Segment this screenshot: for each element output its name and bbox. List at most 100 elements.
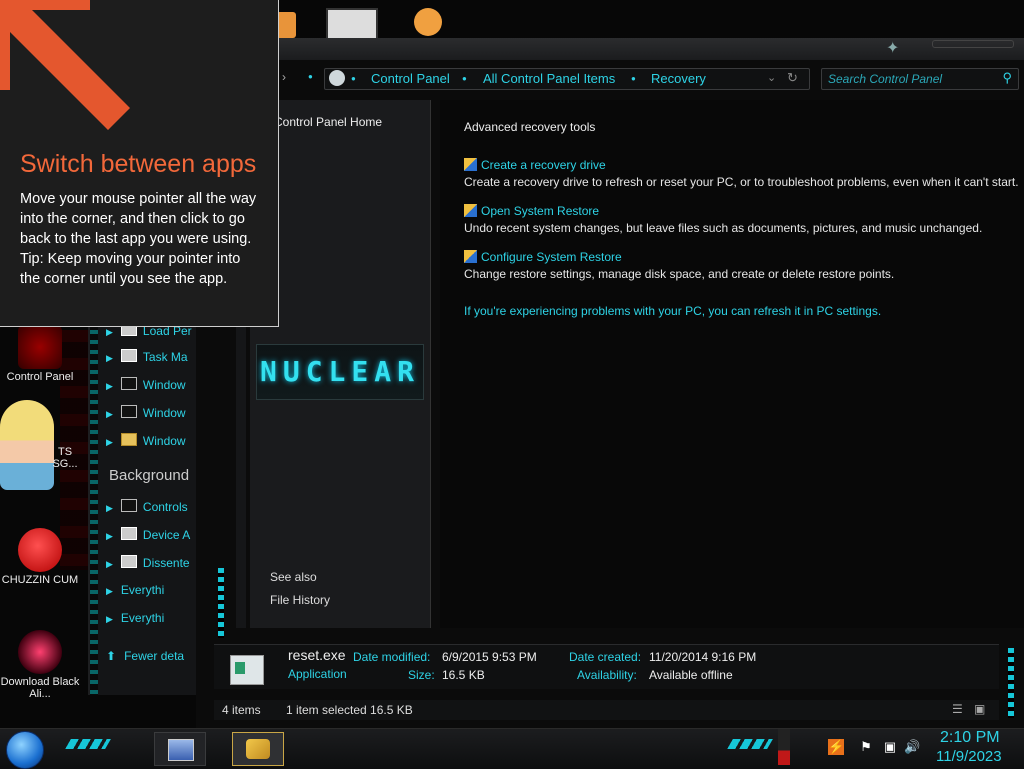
tree-item-label: Window [142, 434, 186, 448]
tree-item[interactable]: ▶ Window [106, 377, 196, 392]
create-recovery-drive-link[interactable]: Create a recovery drive [481, 158, 606, 172]
tree-item[interactable]: ▶ Task Ma [106, 349, 196, 364]
tree-item-label: Window [142, 378, 186, 392]
cyan-edge-decoration [90, 300, 98, 695]
user-icon[interactable] [414, 8, 442, 36]
chevron-down-icon[interactable]: ⌄ [767, 71, 776, 84]
nuclear-theme-logo: NUCLEAR [256, 344, 424, 400]
breadcrumb-separator-icon: ● [631, 74, 636, 83]
address-bar[interactable]: ● Control Panel ● All Control Panel Item… [324, 68, 810, 90]
search-input[interactable] [822, 69, 990, 89]
task-description: Undo recent system changes, but leave fi… [464, 221, 983, 235]
desktop-icon-ts[interactable]: TS SG... [0, 400, 80, 510]
search-icon[interactable]: ⚲ [1002, 70, 1012, 86]
alien-icon [18, 630, 62, 674]
tree-item[interactable]: ▶ Window [106, 433, 196, 448]
shield-icon [464, 158, 477, 171]
flag-icon[interactable]: ⚑ [858, 739, 874, 755]
desktop-icon-label: TS SG... [52, 446, 78, 470]
tree-item[interactable]: ▶ Dissente [106, 555, 196, 570]
availability-value: Available offline [649, 668, 733, 682]
details-view-icon[interactable]: ☰ [952, 702, 963, 716]
title-bar[interactable]: ✦ [196, 38, 1024, 60]
status-bar: 4 items 1 item selected 16.5 KB ☰ ▣ [214, 700, 999, 720]
breadcrumb-recovery[interactable]: Recovery [651, 71, 706, 86]
chuzzle-icon [18, 528, 62, 572]
desktop-icon-download[interactable]: Download Black Ali... [0, 630, 80, 700]
app-icon [120, 555, 137, 568]
desktop-icon-label: CHUZZIN CUM [1, 574, 79, 586]
expand-arrow-icon[interactable]: ▶ [106, 381, 113, 391]
expand-arrow-icon[interactable]: ▶ [106, 327, 113, 337]
desktop-icon-label: Control Panel [6, 371, 74, 383]
tip-hint: Tip: Keep moving your pointer into the c… [20, 251, 241, 287]
expand-arrow-icon[interactable]: ▶ [106, 503, 113, 513]
start-button[interactable] [6, 731, 44, 769]
task-description: Create a recovery drive to refresh or re… [464, 175, 1019, 189]
refresh-icon[interactable]: ↻ [787, 70, 798, 86]
control-panel-icon [18, 325, 62, 369]
desktop-icon-chuzzin[interactable]: CHUZZIN CUM [0, 528, 80, 586]
date-modified-value: 6/9/2015 9:53 PM [442, 650, 537, 664]
fewer-details-button[interactable]: ⬆ Fewer deta [106, 649, 184, 663]
top-app-icon[interactable] [326, 8, 378, 42]
date-created-label: Date created: [569, 650, 642, 664]
network-icon[interactable]: ▣ [882, 739, 898, 755]
handshake-icon [246, 739, 270, 759]
tree-item[interactable]: ▶⚲Everythi [106, 611, 196, 625]
app-tray-icon[interactable]: ⚡ [828, 739, 844, 755]
shield-icon [464, 204, 477, 217]
desktop-icon-control-panel[interactable]: Control Panel [0, 325, 80, 383]
tree-item-label: Everythi [120, 583, 165, 597]
task-create-recovery-drive: Create a recovery drive Create a recover… [464, 158, 1019, 189]
app-icon [120, 527, 137, 540]
speaker-icon[interactable]: 🔊 [904, 739, 920, 755]
search-box[interactable]: ⚲ [821, 68, 1019, 90]
task-description: Change restore settings, manage disk spa… [464, 267, 895, 281]
folder-icon [120, 433, 137, 446]
size-value: 16.5 KB [442, 668, 485, 682]
expand-arrow-icon[interactable]: ▶ [106, 409, 113, 419]
clock-date[interactable]: 11/9/2023 [936, 748, 1002, 765]
date-created-value: 11/20/2014 9:16 PM [649, 650, 757, 664]
control-panel-home-link[interactable]: Control Panel Home [274, 115, 382, 129]
expand-arrow-icon[interactable]: ▶ [106, 353, 113, 363]
expand-arrow-icon[interactable]: ▶ [106, 531, 113, 541]
expand-arrow-icon[interactable]: ▶ [106, 559, 113, 569]
task-open-system-restore: Open System Restore Undo recent system c… [464, 204, 982, 235]
breadcrumb-all-items[interactable]: All Control Panel Items [483, 71, 615, 86]
clock-time[interactable]: 2:10 PM [940, 729, 1000, 747]
tip-title: Switch between apps [20, 150, 257, 178]
desktop-icon-label: Download Black Ali... [0, 676, 80, 700]
titlebar-decoration [932, 40, 1014, 48]
see-also-heading: See also [270, 570, 317, 584]
expand-arrow-icon[interactable]: ▶ [106, 437, 113, 447]
alien-logo-icon: ✦ [886, 40, 900, 57]
up-arrow-button[interactable]: › [282, 70, 296, 86]
tree-item-label: Device A [142, 528, 191, 542]
breadcrumb-control-panel[interactable]: Control Panel [371, 71, 450, 86]
tree-item[interactable]: ▶ Controls [106, 499, 196, 514]
open-system-restore-link[interactable]: Open System Restore [481, 204, 599, 218]
cartoon-icon [0, 400, 54, 490]
arrow-up-icon: ⬆ [106, 649, 117, 663]
refresh-pc-link[interactable]: If you're experiencing problems with you… [464, 304, 881, 318]
expand-arrow-icon[interactable]: ▶ [106, 586, 113, 596]
address-row: › ● ● Control Panel ● All Control Panel … [196, 66, 1024, 113]
large-icons-view-icon[interactable]: ▣ [974, 702, 985, 716]
expand-arrow-icon[interactable]: ▶ [106, 614, 113, 624]
control-panel-window: ✦ › ● ● Control Panel ● All Control Pane… [196, 38, 1024, 728]
tree-item[interactable]: ▶ Window [106, 405, 196, 420]
configure-system-restore-link[interactable]: Configure System Restore [481, 250, 622, 264]
cmd-icon [120, 377, 137, 390]
taskbar-button-remote[interactable] [154, 732, 206, 766]
tree-item[interactable]: ▶ Device A [106, 527, 196, 542]
item-count: 4 items [222, 703, 261, 717]
page-title: Advanced recovery tools [464, 120, 596, 134]
taskbar-button-control-panel[interactable] [232, 732, 284, 766]
tree-item[interactable]: ▶⚲Everythi [106, 583, 196, 597]
selection-info: 1 item selected 16.5 KB [286, 703, 413, 717]
shield-icon [464, 250, 477, 263]
top-app-icon[interactable] [276, 12, 296, 38]
file-history-link[interactable]: File History [270, 593, 330, 607]
